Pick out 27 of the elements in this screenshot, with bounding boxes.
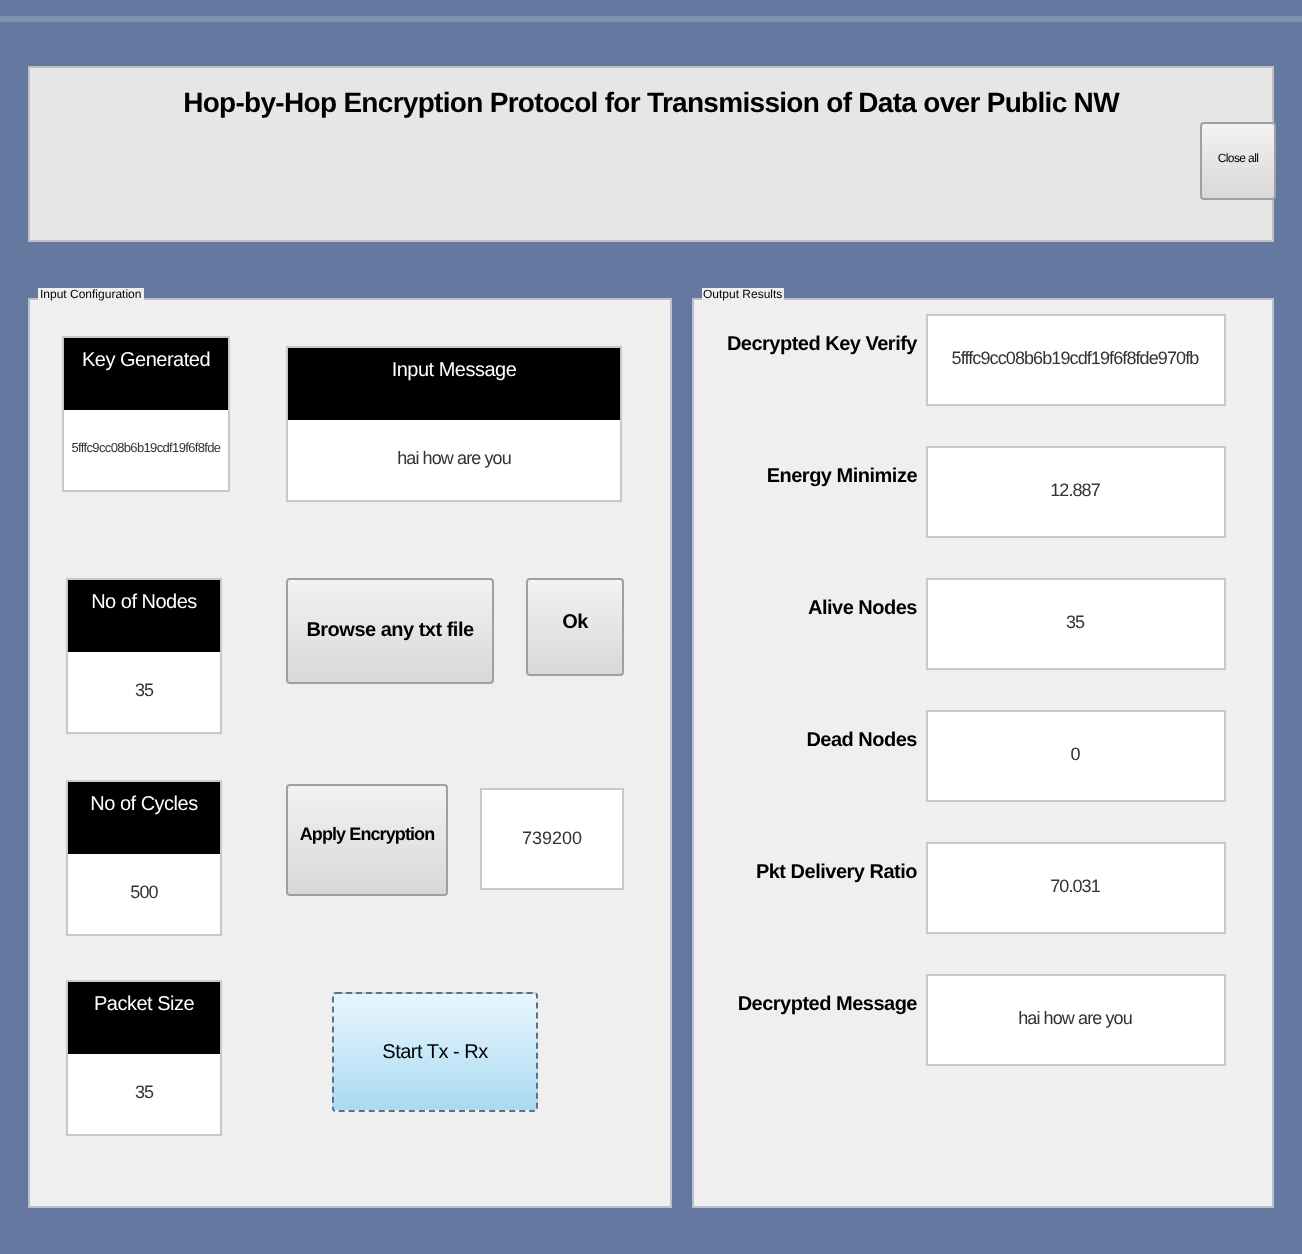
result-label: Pkt Delivery Ratio <box>753 860 919 888</box>
field-label: No of Nodes <box>68 580 220 652</box>
encrypted-value-field[interactable]: 739200 <box>480 788 624 890</box>
field-label: Input Message <box>288 348 620 420</box>
input-field[interactable]: 500 <box>68 854 220 934</box>
browse-button[interactable]: Browse any txt file <box>286 578 494 684</box>
start-tx-rx-button[interactable]: Start Tx - Rx <box>332 992 538 1112</box>
result-field[interactable]: hai how are you <box>925 974 1225 1066</box>
result-field[interactable]: 70.031 <box>925 842 1225 934</box>
field-label: Packet Size <box>68 982 220 1054</box>
apply-encryption-button[interactable]: Apply Encryption <box>286 784 448 896</box>
input-field[interactable]: hai how are you <box>288 420 620 500</box>
ok-button[interactable]: Ok <box>526 578 624 676</box>
result-field[interactable]: 0 <box>925 710 1225 802</box>
result-label: Decrypted Key Verify <box>724 332 919 360</box>
result-field[interactable]: 5fffc9cc08b6b19cdf19f6f8fde970fb <box>925 314 1225 406</box>
input-field[interactable]: 35 <box>68 652 220 732</box>
field-label: Key Generated <box>64 338 228 410</box>
result-label: Energy Minimize <box>764 464 919 492</box>
result-label: Dead Nodes <box>804 728 919 756</box>
app-title: Hop-by-Hop Encryption Protocol for Transmission of Data over Public NW <box>183 84 1119 122</box>
input-field[interactable]: 35 <box>68 1054 220 1134</box>
field-label: No of Cycles <box>68 782 220 854</box>
result-field[interactable]: 12.887 <box>925 446 1225 538</box>
result-label: Decrypted Message <box>735 992 919 1020</box>
result-field[interactable]: 35 <box>925 578 1225 670</box>
result-label: Alive Nodes <box>806 596 919 624</box>
